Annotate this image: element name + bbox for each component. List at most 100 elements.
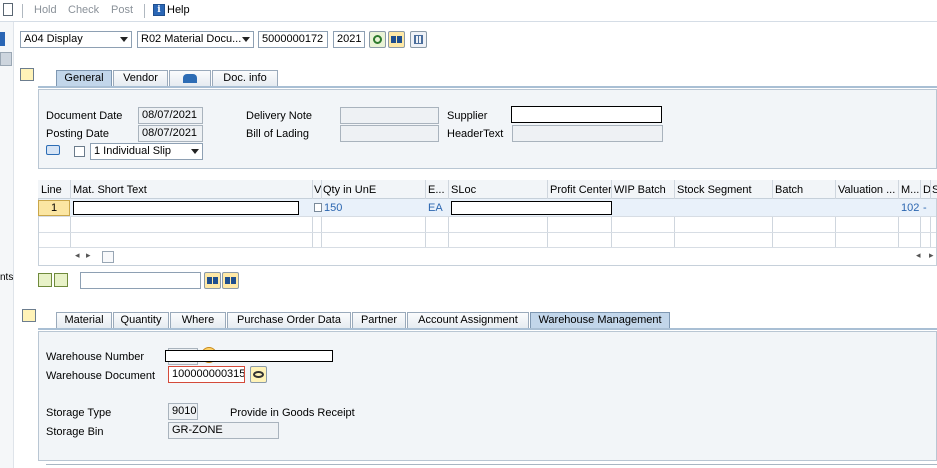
posting-date-label: Posting Date bbox=[46, 128, 109, 140]
action-select[interactable]: A04 Display bbox=[20, 31, 132, 48]
v-checkbox[interactable] bbox=[314, 203, 322, 212]
col-s[interactable]: S bbox=[932, 184, 937, 196]
warehouse-number-label: Warehouse Number bbox=[46, 351, 145, 363]
find-icon[interactable] bbox=[388, 31, 405, 48]
posting-date-field[interactable]: 08/07/2021 bbox=[138, 125, 203, 142]
table-search-input[interactable] bbox=[80, 272, 201, 289]
delivery-note-field[interactable] bbox=[340, 107, 439, 124]
reference-select[interactable]: R02 Material Docu... bbox=[137, 31, 254, 48]
row-divider bbox=[39, 247, 936, 248]
row-divider bbox=[39, 232, 936, 233]
row-divider bbox=[39, 216, 936, 217]
check-button[interactable]: Check bbox=[68, 4, 99, 16]
display-document-icon[interactable] bbox=[250, 366, 267, 383]
execute-icon[interactable] bbox=[369, 31, 386, 48]
left-strip-label: nts bbox=[0, 272, 14, 283]
col-wip-batch[interactable]: WIP Batch bbox=[614, 184, 666, 196]
tab-partner[interactable]: Partner bbox=[352, 312, 406, 329]
chevron-down-icon bbox=[242, 37, 250, 42]
warehouse-document-field[interactable]: 100000000315 bbox=[168, 366, 245, 383]
find-icon[interactable] bbox=[204, 272, 221, 289]
tab-general[interactable]: General bbox=[56, 70, 112, 87]
left-strip-button[interactable] bbox=[0, 32, 5, 46]
left-strip-button[interactable] bbox=[0, 52, 12, 66]
people-icon bbox=[183, 74, 197, 83]
filter-icon[interactable] bbox=[54, 273, 68, 287]
tab-quantity[interactable]: Quantity bbox=[113, 312, 169, 329]
scroll-left-icon[interactable]: ◂ bbox=[75, 250, 80, 261]
material-short-text-cell[interactable] bbox=[73, 201, 299, 215]
row-line-number: 1 bbox=[50, 202, 58, 214]
print-checkbox[interactable] bbox=[74, 146, 85, 157]
tab-strip-line bbox=[38, 328, 937, 330]
storage-bin-label: Storage Bin bbox=[46, 426, 104, 438]
warehouse-number-description bbox=[165, 350, 333, 362]
col-qty-in-une[interactable]: Qty in UnE bbox=[323, 184, 376, 196]
col-batch[interactable]: Batch bbox=[775, 184, 803, 196]
storage-type-field[interactable]: 9010 bbox=[168, 403, 198, 420]
d-cell[interactable]: - bbox=[923, 202, 927, 214]
printer-icon[interactable] bbox=[46, 145, 60, 155]
header-text-field[interactable] bbox=[512, 125, 663, 142]
scroll-right-icon[interactable]: ▸ bbox=[86, 250, 91, 261]
tab-account-assignment[interactable]: Account Assignment bbox=[407, 312, 529, 329]
col-profit-center[interactable]: Profit Center bbox=[550, 184, 612, 196]
help-button[interactable]: Help bbox=[167, 4, 190, 16]
delivery-note-label: Delivery Note bbox=[246, 110, 313, 122]
left-navigation-strip bbox=[0, 22, 14, 468]
toolbar-separator bbox=[144, 4, 145, 18]
reference-select-value: R02 Material Docu... bbox=[141, 33, 242, 45]
new-document-icon[interactable] bbox=[3, 3, 13, 16]
col-sloc[interactable]: SLoc bbox=[451, 184, 476, 196]
col-stock-segment[interactable]: Stock Segment bbox=[677, 184, 752, 196]
hold-button[interactable]: Hold bbox=[34, 4, 57, 16]
find-next-icon[interactable] bbox=[222, 272, 239, 289]
document-date-label: Document Date bbox=[46, 110, 123, 122]
unit-cell[interactable]: EA bbox=[428, 202, 443, 214]
tab-strip-line bbox=[38, 86, 937, 88]
slip-select-value: 1 Individual Slip bbox=[94, 145, 172, 157]
tab-purchase-order-data[interactable]: Purchase Order Data bbox=[227, 312, 351, 329]
post-button[interactable]: Post bbox=[111, 4, 133, 16]
storage-bin-field[interactable]: GR-ZONE bbox=[168, 422, 279, 439]
detail-toggle-icon[interactable] bbox=[22, 309, 36, 322]
info-icon[interactable]: i bbox=[153, 4, 165, 16]
year-input[interactable]: 2021 bbox=[333, 31, 365, 48]
storage-type-label: Storage Type bbox=[46, 407, 112, 419]
toolbar-separator bbox=[22, 4, 23, 18]
select-all-icon[interactable] bbox=[38, 273, 52, 287]
row-selector[interactable]: 1 bbox=[38, 200, 70, 216]
action-select-value: A04 Display bbox=[24, 33, 83, 45]
tab-partner-icon[interactable] bbox=[169, 70, 211, 87]
movement-type-cell[interactable]: 102 bbox=[901, 202, 919, 214]
col-movement-type[interactable]: M... bbox=[901, 184, 919, 196]
bill-of-lading-label: Bill of Lading bbox=[246, 128, 309, 140]
bottom-divider bbox=[46, 464, 937, 465]
document-date-field[interactable]: 08/07/2021 bbox=[138, 107, 203, 124]
tab-vendor[interactable]: Vendor bbox=[113, 70, 168, 87]
tab-warehouse-management[interactable]: Warehouse Management bbox=[530, 312, 670, 329]
scroll-left-icon[interactable]: ◂ bbox=[916, 250, 921, 261]
scroll-right-icon[interactable]: ▸ bbox=[929, 250, 934, 261]
chevron-down-icon bbox=[191, 149, 199, 154]
tab-doc-info[interactable]: Doc. info bbox=[212, 70, 278, 87]
col-line[interactable]: Line bbox=[41, 184, 62, 196]
document-number-input[interactable]: 5000000172 bbox=[258, 31, 328, 48]
storage-type-description: Provide in Goods Receipt bbox=[230, 407, 355, 419]
col-e[interactable]: E... bbox=[428, 184, 445, 196]
supplier-label: Supplier bbox=[447, 110, 488, 122]
qty-cell[interactable]: 150 bbox=[324, 202, 342, 214]
grid-icon[interactable] bbox=[410, 31, 427, 48]
warehouse-document-label: Warehouse Document bbox=[46, 370, 156, 382]
bill-of-lading-field[interactable] bbox=[340, 125, 439, 142]
application-toolbar: Hold Check Post i Help bbox=[0, 0, 937, 22]
supplier-field[interactable] bbox=[511, 106, 662, 123]
horizontal-scroll-thumb[interactable] bbox=[102, 251, 114, 263]
tab-where[interactable]: Where bbox=[170, 312, 226, 329]
header-toggle-icon[interactable] bbox=[20, 68, 34, 81]
col-valuation[interactable]: Valuation ... bbox=[838, 184, 895, 196]
sloc-cell[interactable] bbox=[451, 201, 612, 215]
slip-select[interactable]: 1 Individual Slip bbox=[90, 143, 203, 160]
tab-material[interactable]: Material bbox=[56, 312, 112, 329]
col-mat-short-text[interactable]: Mat. Short Text bbox=[73, 184, 147, 196]
